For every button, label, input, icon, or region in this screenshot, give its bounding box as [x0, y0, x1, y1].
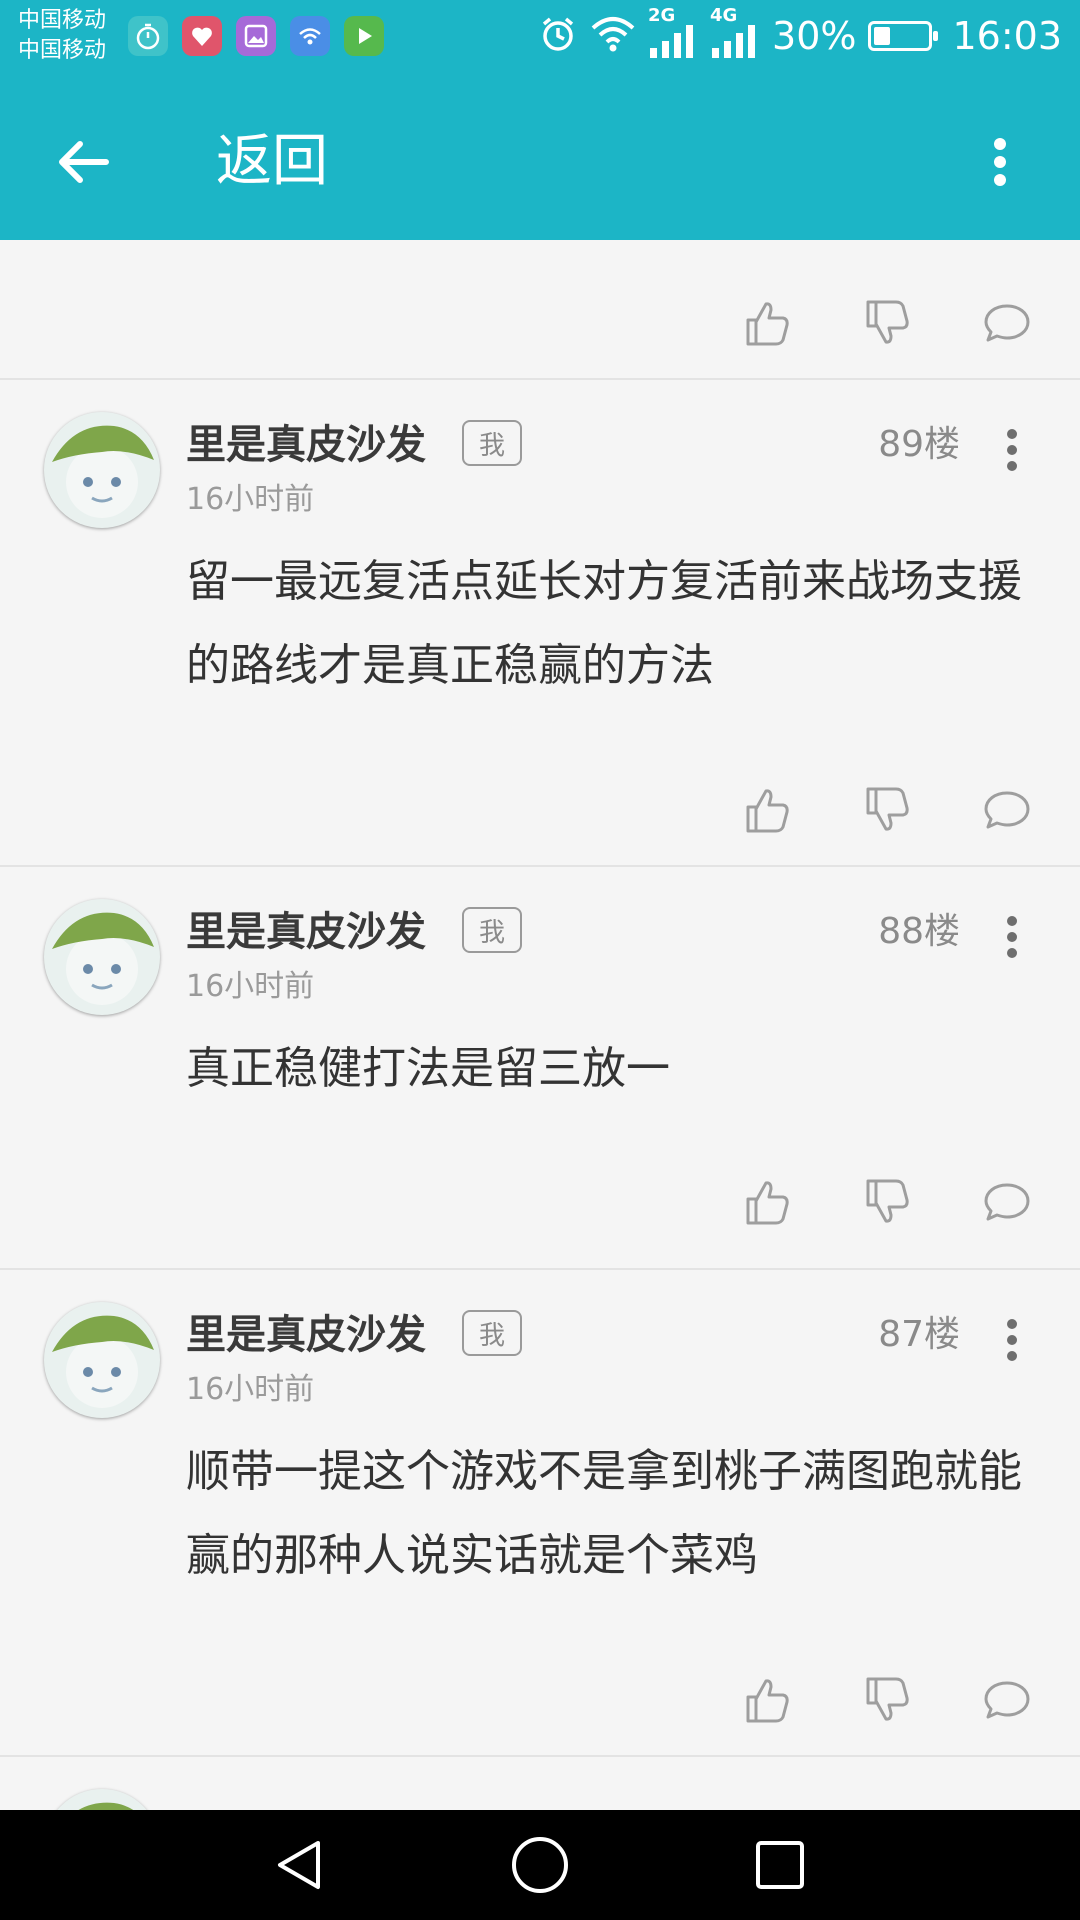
- avatar[interactable]: [44, 412, 160, 528]
- comment-text: 真正稳健打法是留三放一: [186, 1043, 670, 1094]
- health-app-icon: [182, 16, 222, 56]
- thumbs-down-icon: [866, 300, 909, 344]
- video-play-app-icon: [344, 16, 384, 56]
- more-vertical-icon: [1007, 1319, 1017, 1361]
- net-label-2g: 2G: [648, 5, 676, 26]
- comment-more-button[interactable]: [982, 907, 1042, 967]
- username[interactable]: 里是真皮沙发: [186, 418, 426, 472]
- back-button[interactable]: [44, 122, 124, 202]
- more-vertical-icon: [1007, 429, 1017, 471]
- more-vertical-icon: [994, 138, 1006, 186]
- timestamp: 16小时前: [186, 969, 315, 1004]
- carrier-label-2: 中国移动: [18, 38, 107, 63]
- triangle-back-icon: [278, 1841, 320, 1889]
- comment-feed[interactable]: 里是真皮沙发 我 89楼 16小时前 留一最远复活点延长对方复活前来战场支援的路…: [0, 240, 1080, 1810]
- username[interactable]: 里是真皮沙发: [186, 1308, 426, 1362]
- avatar[interactable]: [44, 899, 160, 1015]
- thumbs-up-icon: [746, 302, 789, 346]
- self-tag: 我: [462, 1310, 522, 1356]
- wifi-signal-icon: [590, 14, 636, 58]
- nav-recents-button[interactable]: [740, 1825, 820, 1905]
- avatar-image: [52, 912, 154, 1005]
- wifi-app-icon: [290, 16, 330, 56]
- battery-icon: [868, 21, 939, 51]
- net-label-4g: 4G: [710, 5, 738, 26]
- back-arrow-icon: [59, 141, 109, 183]
- username[interactable]: 里是真皮沙发: [186, 905, 426, 959]
- comment-more-button[interactable]: [982, 420, 1042, 480]
- dislike-button[interactable]: [852, 1665, 922, 1735]
- avatar-image: [78, 1802, 134, 1810]
- self-tag: 我: [462, 907, 522, 953]
- stopwatch-icon: [128, 16, 168, 56]
- alarm-icon: [538, 14, 578, 58]
- dislike-button[interactable]: [852, 775, 922, 845]
- cell-signal-4g-icon: 4G: [710, 6, 760, 62]
- reply-button[interactable]: [972, 1665, 1042, 1735]
- thumbs-down-icon: [866, 1179, 909, 1223]
- app-bar: 返回: [0, 72, 1080, 240]
- thumbs-down-icon: [866, 787, 909, 831]
- reply-button[interactable]: [972, 288, 1042, 358]
- carrier-label-1: 中国移动: [18, 8, 107, 33]
- status-bar: 中国移动 中国移动 2G 4G 30% 16:03: [0, 0, 1080, 72]
- notification-icons: [128, 16, 384, 56]
- dislike-button[interactable]: [852, 288, 922, 358]
- gallery-app-icon: [236, 16, 276, 56]
- reply-button[interactable]: [972, 1167, 1042, 1237]
- comment-actions: [732, 1167, 1042, 1237]
- more-vertical-icon: [1007, 916, 1017, 958]
- comment-item: 里是真皮沙发 我 87楼 16小时前 顺带一提这个游戏不是拿到桃子满图跑就能赢的…: [0, 1270, 1080, 1757]
- speech-bubble-icon: [984, 1183, 1030, 1221]
- dislike-button[interactable]: [852, 1167, 922, 1237]
- nav-back-button[interactable]: [260, 1825, 340, 1905]
- thumbs-down-icon: [866, 1677, 909, 1721]
- square-recents-icon: [756, 1841, 804, 1889]
- carrier-labels: 中国移动 中国移动: [18, 6, 106, 66]
- circle-home-icon: [512, 1837, 568, 1893]
- like-button[interactable]: [732, 288, 802, 358]
- floor-number: 88楼: [878, 911, 960, 952]
- floor-number: 89楼: [878, 424, 960, 465]
- overflow-menu-button[interactable]: [960, 122, 1040, 202]
- thumbs-up-icon: [746, 1181, 789, 1225]
- comment-actions: [732, 288, 1042, 358]
- cell-signal-2g-icon: 2G: [648, 6, 698, 62]
- thumbs-up-icon: [746, 1679, 789, 1723]
- avatar-image: [52, 1315, 154, 1408]
- like-button[interactable]: [732, 775, 802, 845]
- page-title[interactable]: 返回: [216, 122, 328, 202]
- system-indicators: 2G 4G 30% 16:03: [538, 6, 1062, 62]
- like-button[interactable]: [732, 1167, 802, 1237]
- comment-more-button[interactable]: [982, 1310, 1042, 1370]
- speech-bubble-icon: [984, 304, 1030, 342]
- comment-item: 里是真皮沙发 我 88楼 16小时前 真正稳健打法是留三放一: [0, 867, 1080, 1270]
- speech-bubble-icon: [984, 791, 1030, 829]
- self-tag: 我: [462, 420, 522, 466]
- floor-number: 87楼: [878, 1314, 960, 1355]
- clock: 16:03: [952, 14, 1062, 58]
- nav-home-button[interactable]: [500, 1825, 580, 1905]
- thumbs-up-icon: [746, 789, 789, 833]
- previous-comment-actions: [0, 240, 1080, 380]
- comment-actions: [732, 775, 1042, 845]
- timestamp: 16小时前: [186, 482, 315, 517]
- comment-actions: [732, 1665, 1042, 1735]
- comment-item: 里是真皮沙发 我 89楼 16小时前 留一最远复活点延长对方复活前来战场支援的路…: [0, 380, 1080, 867]
- avatar[interactable]: [44, 1789, 160, 1810]
- system-navigation-bar: [0, 1810, 1080, 1920]
- battery-percent: 30%: [772, 14, 857, 58]
- comment-text: 留一最远复活点延长对方复活前来战场支援的路线才是真正稳赢的方法: [186, 556, 1022, 691]
- like-button[interactable]: [732, 1665, 802, 1735]
- avatar-image: [52, 425, 154, 518]
- comment-text: 顺带一提这个游戏不是拿到桃子满图跑就能赢的那种人说实话就是个菜鸡: [186, 1446, 1022, 1581]
- comment-item-partial: [0, 1757, 1080, 1810]
- avatar[interactable]: [44, 1302, 160, 1418]
- speech-bubble-icon: [984, 1681, 1030, 1719]
- timestamp: 16小时前: [186, 1372, 315, 1407]
- reply-button[interactable]: [972, 775, 1042, 845]
